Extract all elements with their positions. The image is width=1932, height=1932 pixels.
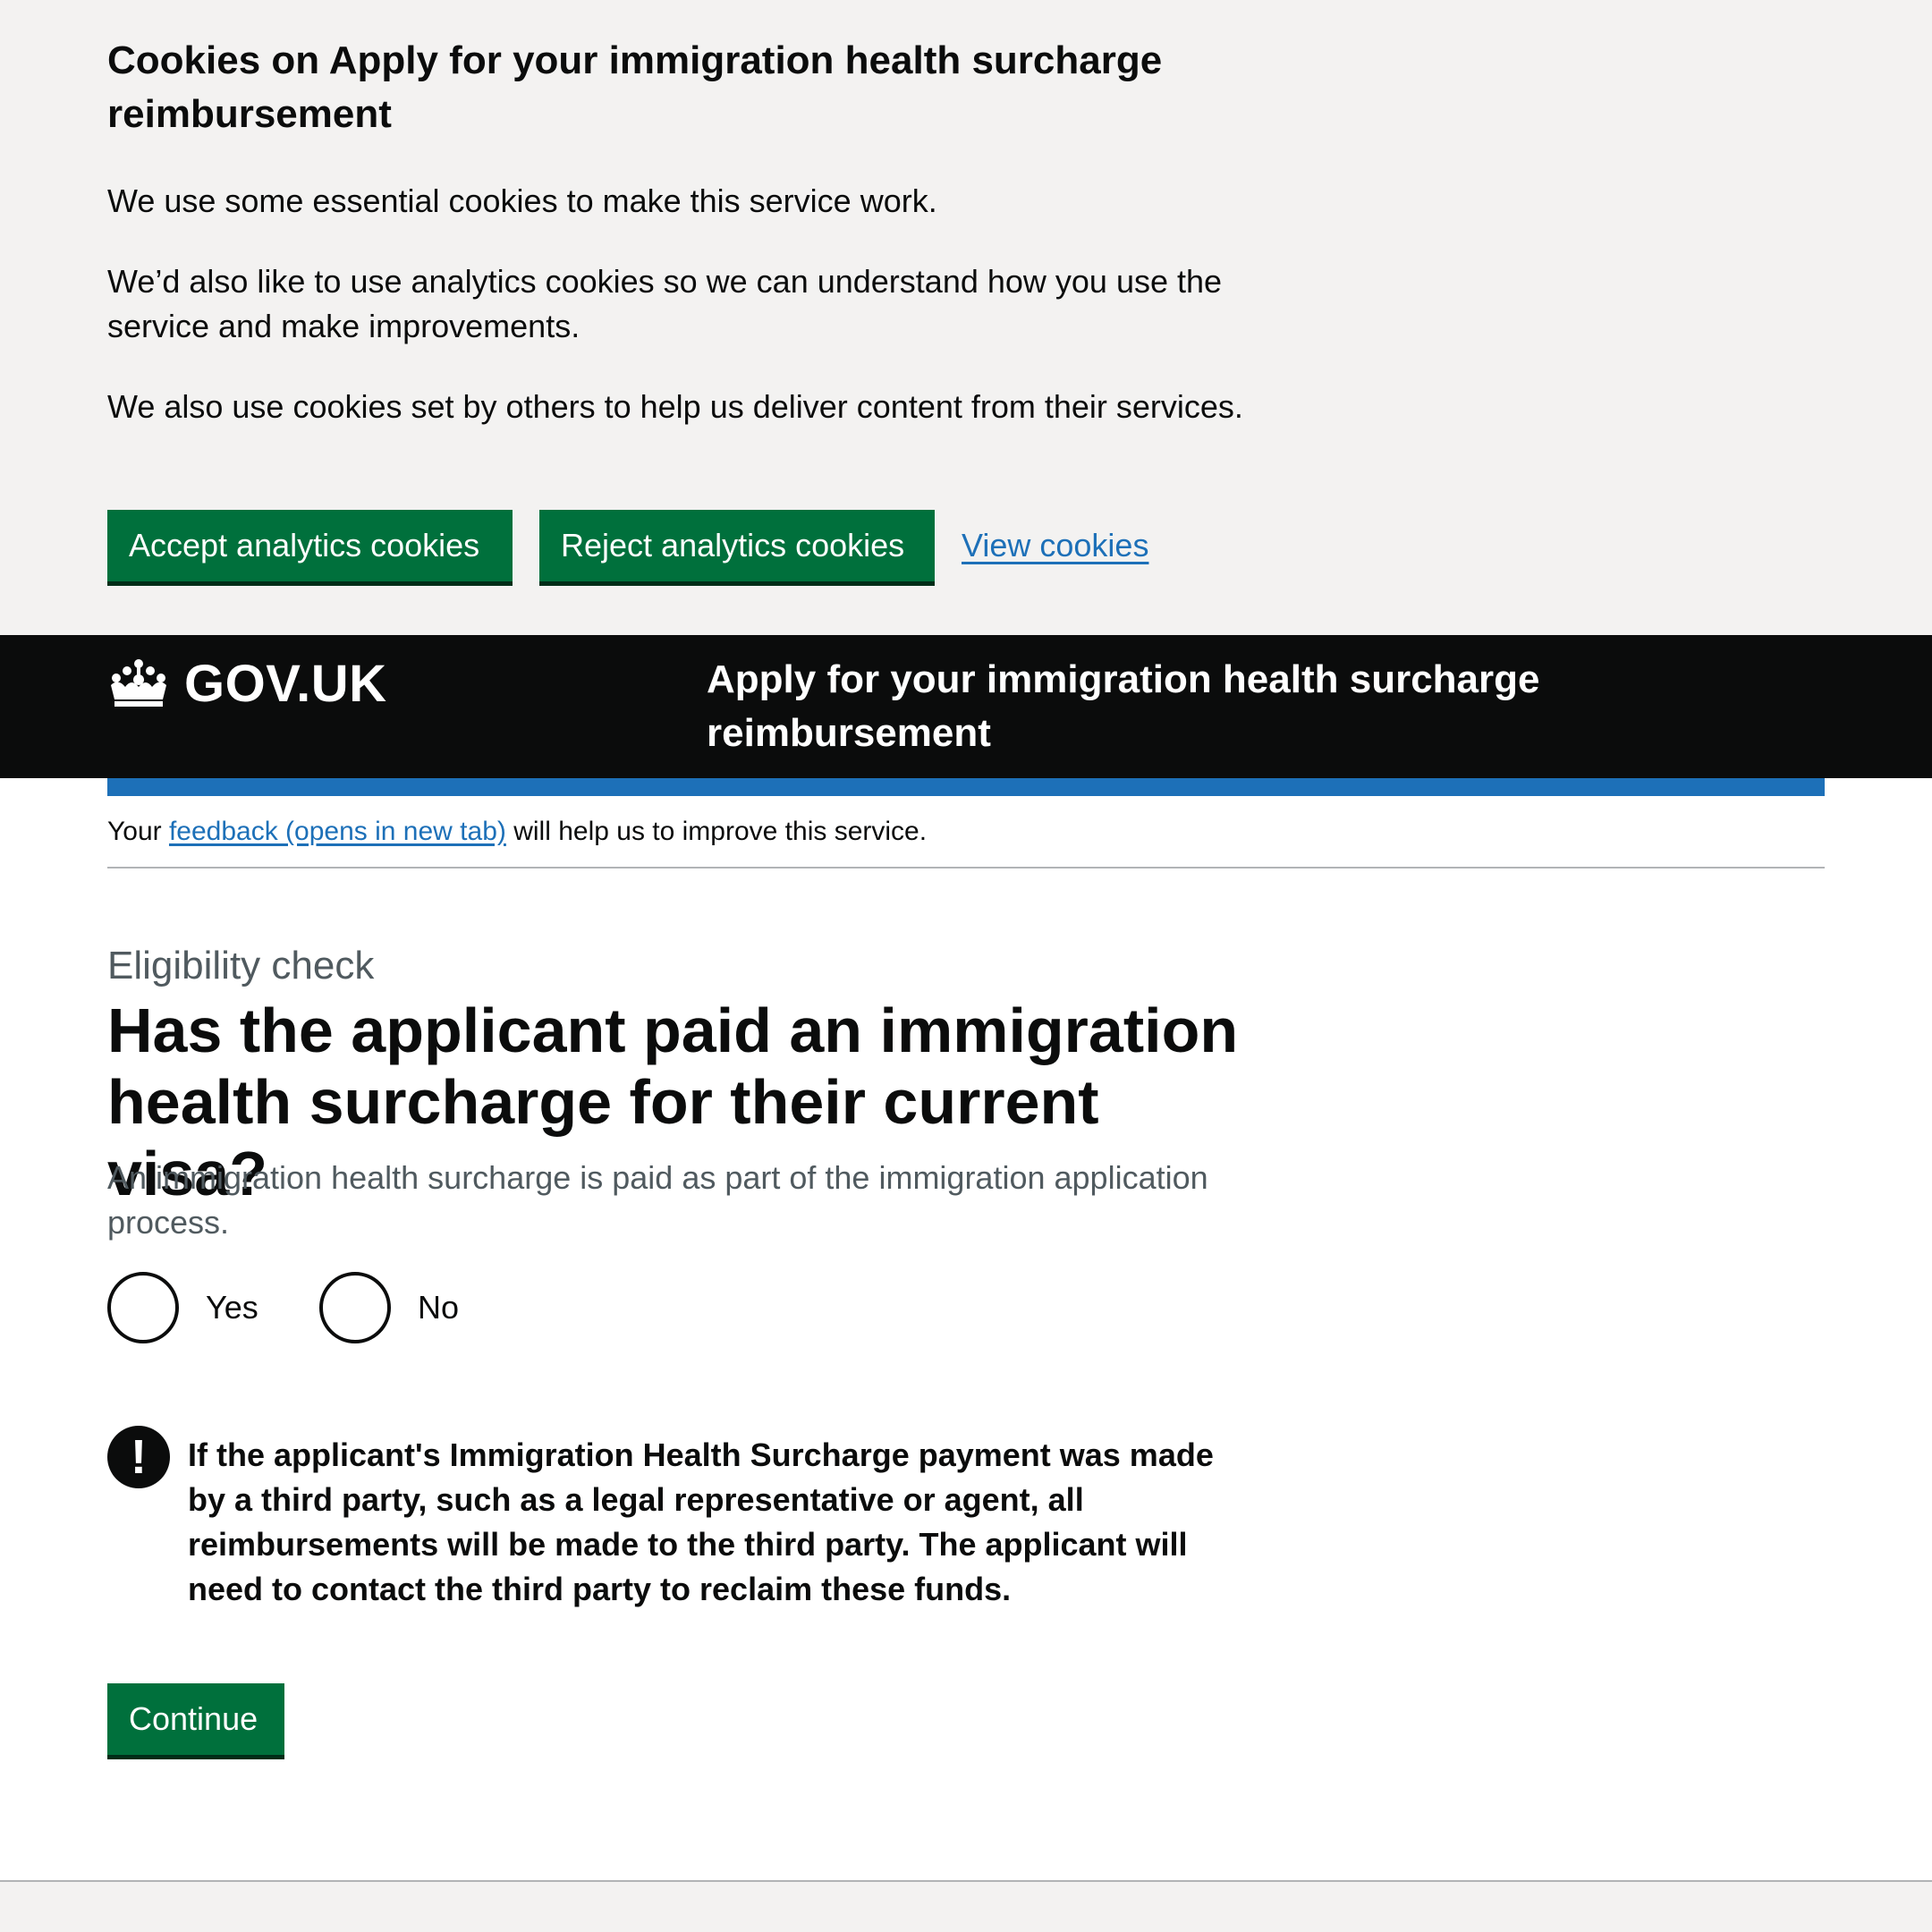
accept-analytics-cookies-button[interactable]: Accept analytics cookies (107, 510, 513, 581)
govuk-logo-link[interactable]: GOV.UK (107, 654, 387, 713)
radio-option-no[interactable]: No (319, 1272, 459, 1343)
header-blue-bar (107, 778, 1825, 796)
cookie-banner-text-third-party: We also use cookies set by others to hel… (107, 388, 1243, 425)
site-footer (0, 1880, 1932, 1932)
radio-yes-label: Yes (206, 1289, 258, 1326)
question-hint: An immigration health surcharge is paid … (107, 1159, 1208, 1241)
divider (107, 867, 1825, 869)
radio-option-yes[interactable]: Yes (107, 1272, 258, 1343)
reject-analytics-cookies-button[interactable]: Reject analytics cookies (539, 510, 935, 581)
feedback-link[interactable]: feedback (opens in new tab) (169, 817, 506, 846)
feedback-suffix: will help us to improve this service. (513, 817, 928, 846)
view-cookies-link[interactable]: View cookies (962, 510, 1148, 581)
crown-icon (111, 659, 166, 707)
radio-no-label: No (418, 1289, 460, 1326)
cookie-banner-title: Cookies on Apply for your immigration he… (107, 38, 1163, 136)
radio-no-circle[interactable] (319, 1272, 391, 1343)
cookie-banner-text-essential: We use some essential cookies to make th… (107, 182, 937, 219)
radio-yes-circle[interactable] (107, 1272, 179, 1343)
feedback-prefix: Your (107, 817, 162, 846)
service-name-link[interactable]: Apply for your immigration health surcha… (707, 653, 1690, 760)
govuk-logo-text: GOV.UK (184, 654, 387, 713)
feedback-banner: Your feedback (opens in new tab) will he… (107, 812, 927, 852)
cookie-banner-text-analytics: We’d also like to use analytics cookies … (107, 263, 1223, 344)
page-caption: Eligibility check (107, 944, 375, 987)
warning-icon: ! (107, 1426, 170, 1488)
warning-text: If the applicant's Immigration Health Su… (188, 1436, 1214, 1607)
cookie-banner: Cookies on Apply for your immigration he… (0, 0, 1932, 635)
continue-button[interactable]: Continue (107, 1683, 284, 1755)
